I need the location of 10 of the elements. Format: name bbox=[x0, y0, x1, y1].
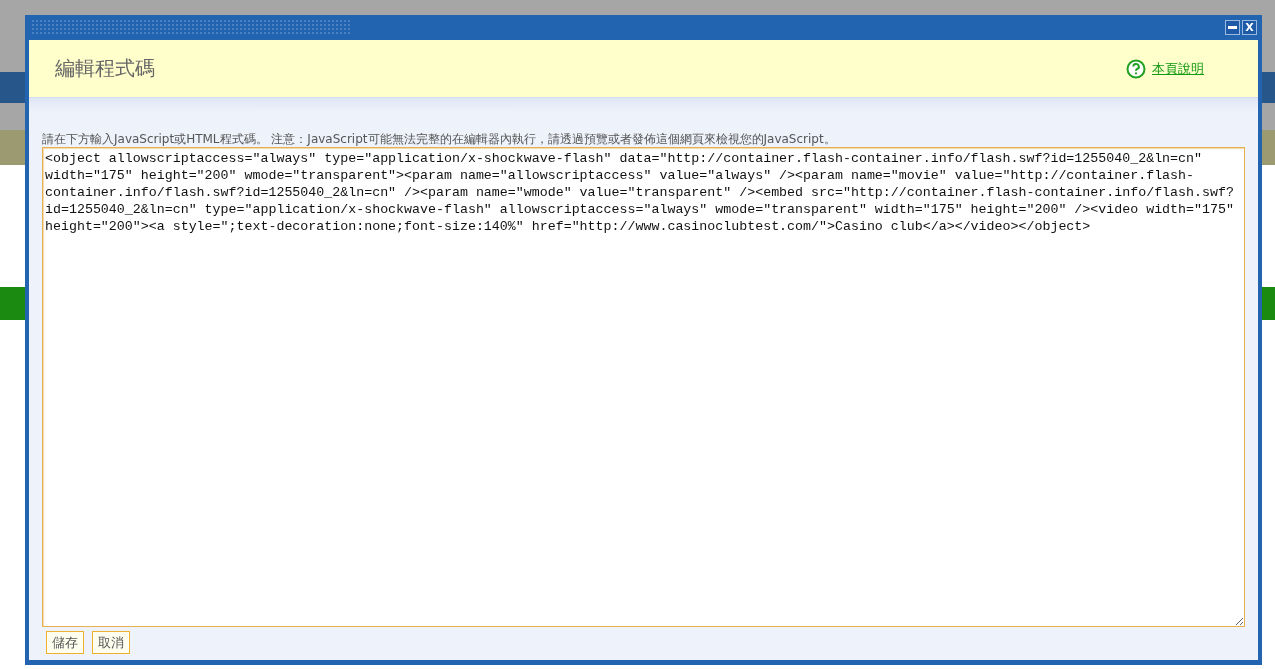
help-icon bbox=[1126, 58, 1146, 79]
help-link[interactable]: 本頁說明 bbox=[1152, 59, 1204, 78]
minimize-icon bbox=[1228, 26, 1237, 29]
save-button[interactable]: 儲存 bbox=[46, 631, 84, 654]
cancel-button[interactable]: 取消 bbox=[92, 631, 130, 654]
minimize-button[interactable] bbox=[1225, 20, 1240, 35]
close-button[interactable]: X bbox=[1242, 20, 1257, 35]
dialog-title: 編輯程式碼 bbox=[55, 55, 155, 82]
code-editor[interactable]: <object allowscriptaccess="always" type="application/x-shockwave-flash" data="http://container.flash-container.info/flash.swf?id=1255040_2&ln=cn" width="175" height="200" wmode="transparent"><param name="allowscriptaccess" value="always" /><param name="movie" value="http://container.flash-container.info/flash.swf?id=1255040_2&ln=cn" /><param name="wmode" value="transparent" /><embed src="http://container.flash-container.info/flash.swf?id=1255040_2&ln=cn" type="application/x-shockwave-flash" allowscriptaccess="always" wmode="transparent" width="175" height="200" /><video width="175" height="200"><a style=";text-decoration:none;font-size:140%" href="http://www.casinoclubtest.com/">Casino club</a></video></object> bbox=[42, 147, 1245, 627]
instruction-text: 請在下方輸入JavaScript或HTML程式碼。 注意：JavaScript可能無法完整的在編輯器內執行，請透過預覽或者發佈這個網頁來檢視您的JavaScript。 bbox=[42, 132, 837, 146]
